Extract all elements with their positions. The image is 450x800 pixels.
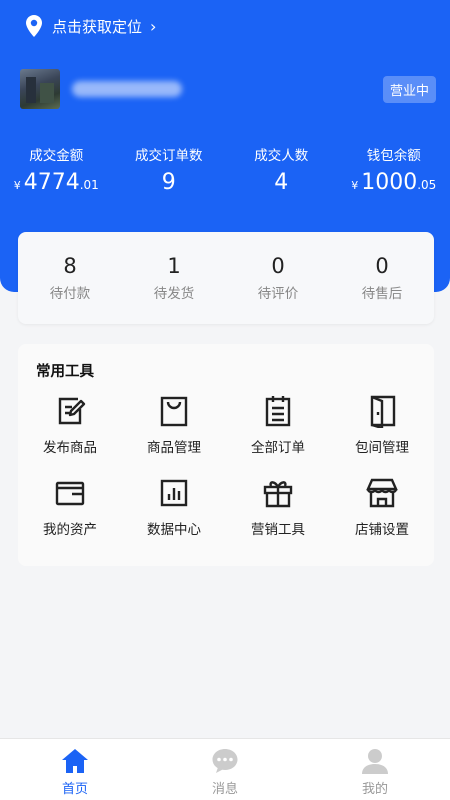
order-pending-review[interactable]: 0 待评价 [226, 232, 330, 324]
order-count: 0 [271, 254, 285, 278]
chevron-right-icon: › [150, 16, 157, 36]
user-icon [362, 749, 388, 774]
shop-name-blurred [72, 81, 182, 97]
stat-customers[interactable]: 成交人数 4 [225, 144, 338, 199]
stats-row: 成交金额 ¥4774.01 成交订单数 9 成交人数 4 钱包余额 ¥1000.… [0, 144, 450, 199]
order-label: 待售后 [361, 286, 403, 302]
edit-icon [58, 397, 86, 425]
stat-value: ¥4774.01 [13, 170, 99, 195]
stat-value: 9 [161, 170, 176, 195]
location-text: 点击获取定位 [52, 17, 143, 36]
order-label: 待评价 [257, 286, 299, 302]
bar-chart-icon [160, 479, 188, 507]
tool-all-orders[interactable]: 全部订单 [226, 394, 330, 456]
status-badge: 营业中 [382, 75, 436, 103]
message-icon [212, 749, 238, 773]
stat-value: 4 [274, 170, 289, 195]
order-count: 8 [63, 254, 77, 278]
order-pending-shipment[interactable]: 1 待发货 [122, 232, 226, 324]
bag-icon [160, 396, 188, 427]
order-after-sale[interactable]: 0 待售后 [330, 232, 434, 324]
order-status-card: 8 待付款 1 待发货 0 待评价 0 待售后 [18, 232, 434, 324]
tool-product-management[interactable]: 商品管理 [122, 394, 226, 456]
order-label: 待发货 [153, 286, 195, 302]
stat-wallet[interactable]: 钱包余额 ¥1000.05 [338, 144, 450, 199]
tool-publish-product[interactable]: 发布商品 [18, 394, 122, 456]
clipboard-icon [265, 396, 291, 427]
tool-data-center[interactable]: 数据中心 [122, 476, 226, 538]
tab-messages[interactable]: 消息 [150, 739, 300, 800]
door-icon [370, 395, 396, 428]
home-icon [62, 749, 88, 773]
stat-turnover[interactable]: 成交金额 ¥4774.01 [0, 144, 113, 199]
stat-value: ¥1000.05 [351, 170, 437, 195]
order-count: 0 [375, 254, 389, 278]
tool-room-management[interactable]: 包间管理 [330, 394, 434, 456]
gift-icon [263, 481, 293, 508]
tab-profile[interactable]: 我的 [300, 739, 450, 800]
wallet-icon [55, 481, 85, 506]
tools-card: 常用工具 发布商品 商品管理 全部订单 包间管理 我的资产 数据中心 营销工具 … [18, 344, 434, 566]
location-pin-icon [26, 15, 42, 37]
order-count: 1 [167, 254, 181, 278]
tab-home[interactable]: 首页 [0, 739, 150, 800]
order-pending-payment[interactable]: 8 待付款 [18, 232, 122, 324]
order-label: 待付款 [49, 286, 91, 302]
store-icon [366, 478, 398, 508]
stat-label: 成交人数 [254, 148, 309, 164]
stat-label: 成交金额 [29, 148, 84, 164]
bottom-tabbar: 首页 消息 我的 [0, 738, 450, 800]
tools-title: 常用工具 [36, 364, 94, 380]
shop-info[interactable]: 营业中 [20, 68, 436, 110]
shop-avatar [20, 69, 60, 109]
tool-my-assets[interactable]: 我的资产 [18, 476, 122, 538]
stat-orders[interactable]: 成交订单数 9 [113, 144, 226, 199]
stat-label: 钱包余额 [366, 148, 421, 164]
stat-label: 成交订单数 [135, 148, 203, 164]
tool-store-settings[interactable]: 店铺设置 [330, 476, 434, 538]
tool-marketing[interactable]: 营销工具 [226, 476, 330, 538]
tools-grid: 发布商品 商品管理 全部订单 包间管理 我的资产 数据中心 营销工具 店铺设置 [18, 394, 434, 538]
location-button[interactable]: 点击获取定位 › [24, 14, 156, 38]
